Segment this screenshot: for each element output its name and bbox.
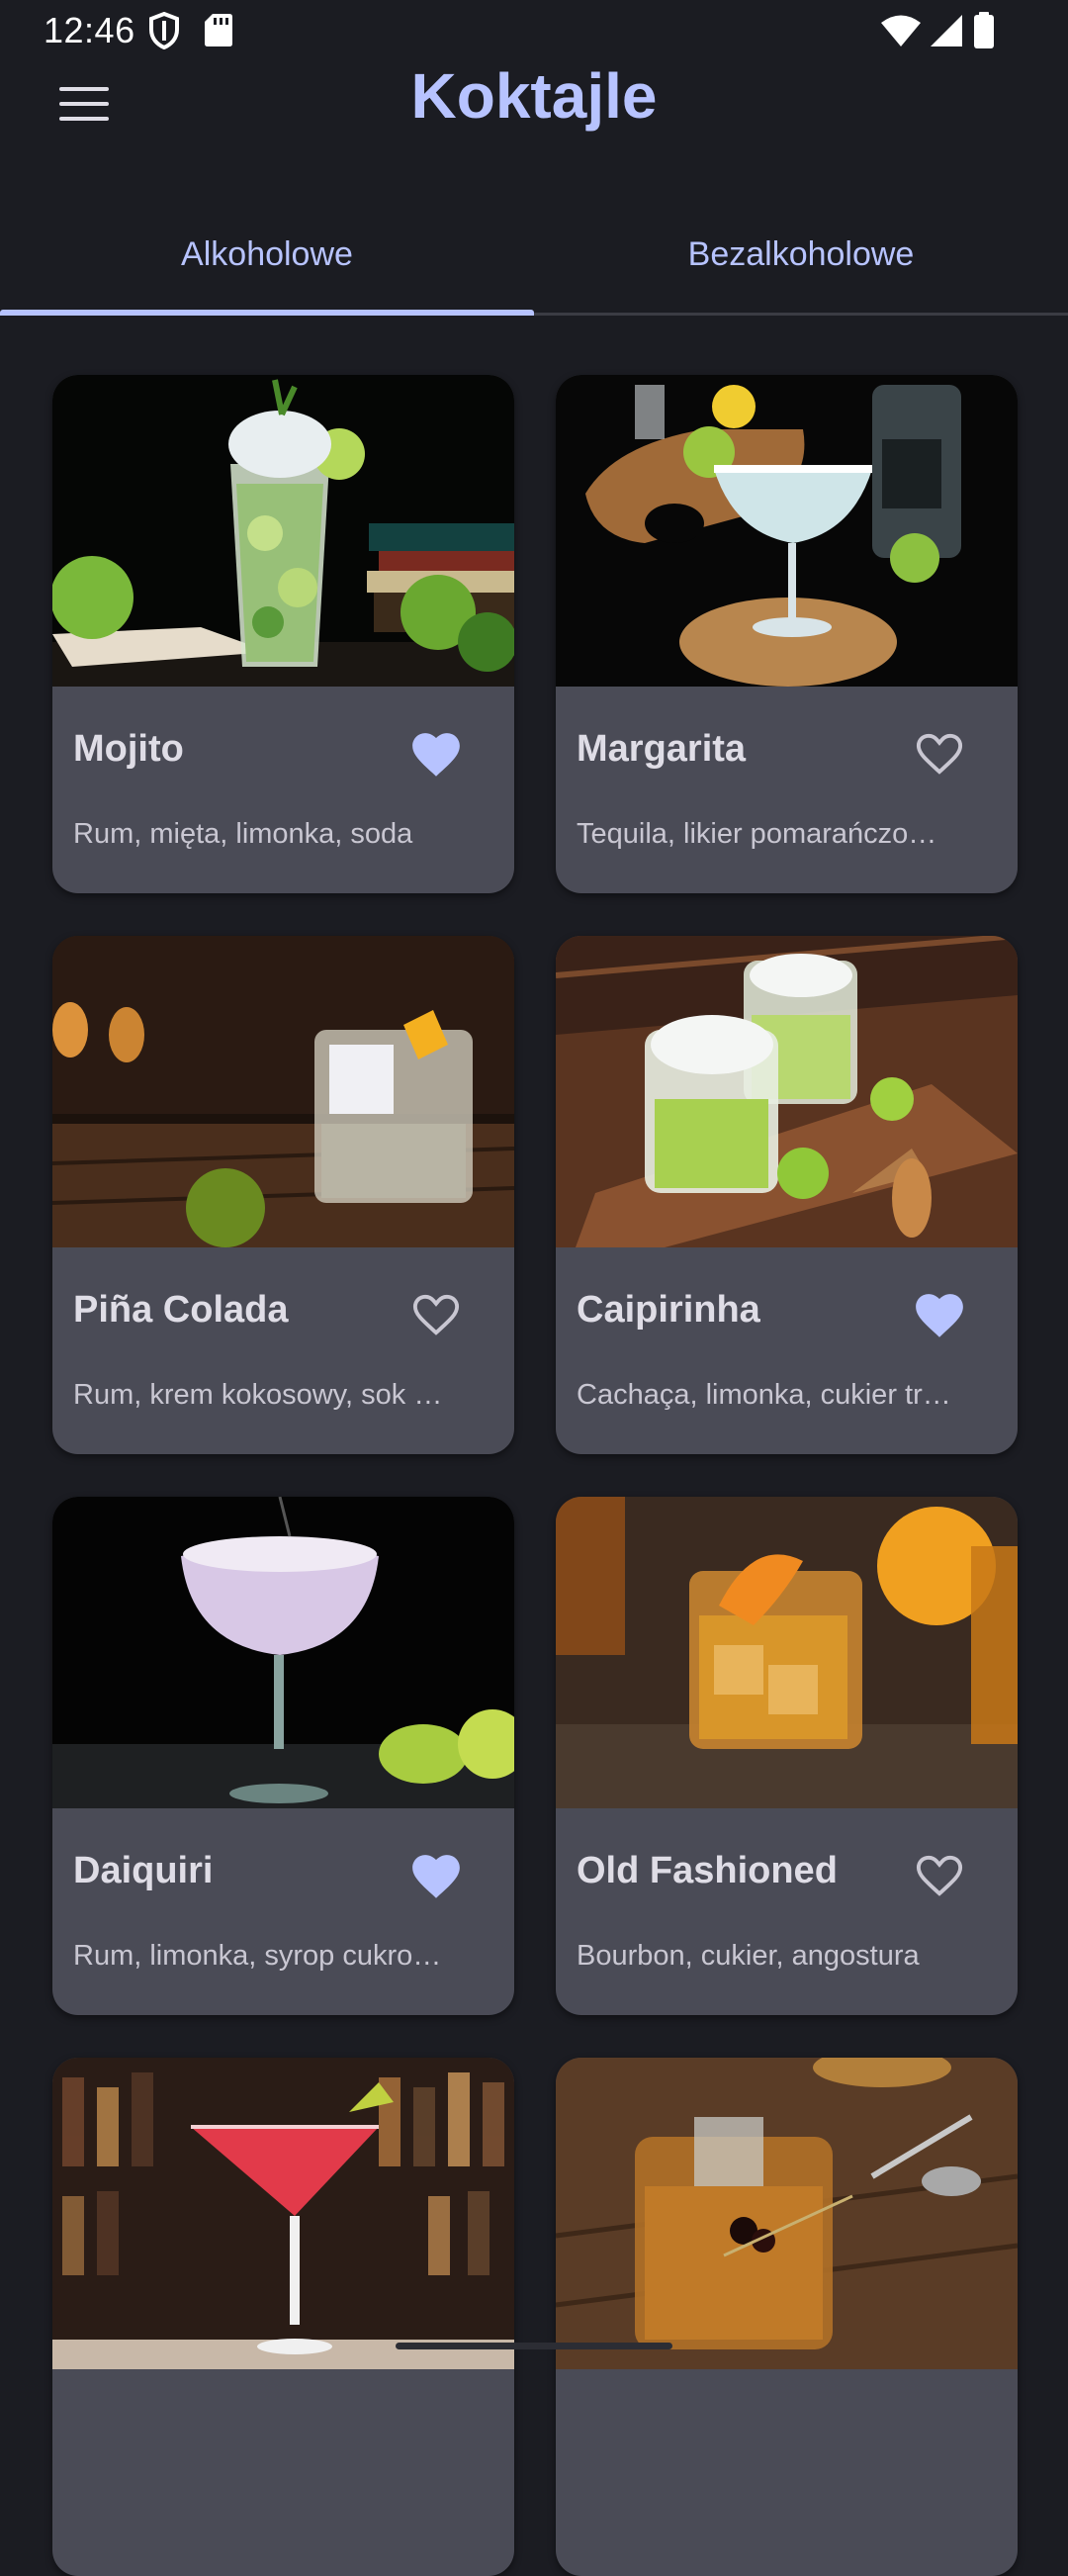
cocktail-image: [556, 1497, 1018, 1808]
page-title: Koktajle: [410, 60, 658, 132]
cocktail-image: [556, 936, 1018, 1247]
heart-outline-icon: [412, 1294, 460, 1335]
app-bar: Koktajle: [0, 61, 1068, 180]
sd-card-icon: [204, 12, 233, 52]
tab-label: Bezalkoholowe: [687, 234, 915, 273]
status-time: 12:46: [44, 10, 135, 50]
cocktail-name: Daiquiri: [73, 1850, 214, 1891]
heart-filled-icon: [916, 1294, 963, 1337]
cocktail-name: Piña Colada: [73, 1289, 289, 1331]
cocktail-image: [556, 2058, 1018, 2369]
favorite-button[interactable]: [904, 1279, 975, 1350]
cocktail-card[interactable]: Daiquiri Rum, limonka, syrop cukro…: [52, 1497, 514, 2015]
cocktail-image: [52, 2058, 514, 2369]
signal-icon: [930, 14, 963, 52]
favorite-button[interactable]: [904, 1840, 975, 1911]
heart-filled-icon: [412, 733, 460, 777]
cocktail-card[interactable]: Margarita Tequila, likier pomarańczo…: [556, 375, 1018, 893]
cocktail-name: Old Fashioned: [577, 1850, 838, 1891]
cocktail-image: [52, 1497, 514, 1808]
heart-outline-icon: [916, 733, 963, 775]
cocktail-name: Caipirinha: [577, 1289, 760, 1331]
cocktail-card[interactable]: Old Fashioned Bourbon, cukier, angostura: [556, 1497, 1018, 2015]
favorite-button[interactable]: [400, 1840, 472, 1911]
cocktail-card[interactable]: [556, 2058, 1018, 2576]
cocktail-name: Margarita: [577, 728, 747, 770]
favorite-button[interactable]: [400, 718, 472, 789]
wifi-icon: [880, 14, 922, 52]
cocktail-card[interactable]: Caipirinha Cachaça, limonka, cukier tr…: [556, 936, 1018, 1454]
cocktail-ingredients: Tequila, likier pomarańczo…: [577, 818, 937, 850]
battery-icon: [973, 12, 995, 54]
heart-outline-icon: [916, 1855, 963, 1896]
cocktail-image: [556, 375, 1018, 687]
tab-bar: Alkoholowe Bezalkoholowe: [0, 196, 1068, 316]
cocktail-image: [52, 936, 514, 1247]
cocktail-ingredients: Bourbon, cukier, angostura: [577, 1940, 920, 1972]
cocktail-ingredients: Cachaça, limonka, cukier tr…: [577, 1379, 951, 1411]
cocktail-name: Mojito: [73, 728, 184, 770]
cocktail-ingredients: Rum, mięta, limonka, soda: [73, 818, 413, 850]
favorite-button[interactable]: [904, 718, 975, 789]
shield-icon: [148, 11, 180, 54]
cocktail-card[interactable]: Piña Colada Rum, krem kokosowy, sok …: [52, 936, 514, 1454]
tab-alkoholowe[interactable]: Alkoholowe: [0, 196, 534, 313]
cocktail-ingredients: Rum, limonka, syrop cukro…: [73, 1940, 442, 1972]
cocktail-card[interactable]: Mojito Rum, mięta, limonka, soda: [52, 375, 514, 893]
tab-indicator: [0, 310, 534, 316]
favorite-button[interactable]: [400, 1279, 472, 1350]
gesture-nav-bar: [396, 2343, 672, 2349]
status-bar: 12:46: [0, 0, 1068, 61]
cocktail-ingredients: Rum, krem kokosowy, sok …: [73, 1379, 443, 1411]
cocktail-image: [52, 375, 514, 687]
heart-filled-icon: [412, 1855, 460, 1898]
cocktail-card[interactable]: [52, 2058, 514, 2576]
tab-bezalkoholowe[interactable]: Bezalkoholowe: [534, 196, 1068, 313]
tab-label: Alkoholowe: [181, 234, 353, 273]
